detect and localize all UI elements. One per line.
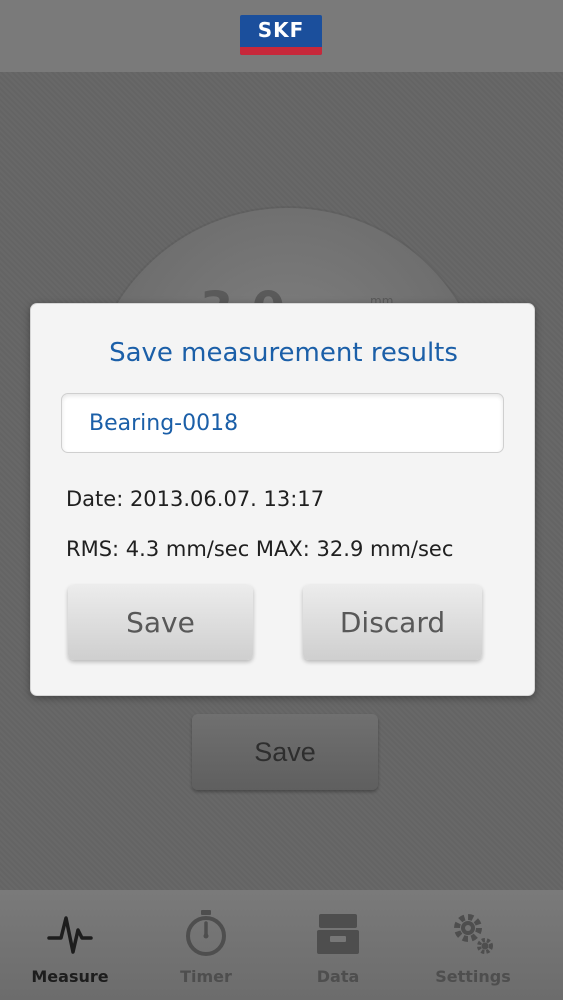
discard-button[interactable]: Discard [303, 585, 482, 660]
logo-text: SKF [257, 18, 305, 42]
measurement-name-input[interactable] [61, 393, 504, 453]
nav-settings[interactable]: Settings [403, 890, 543, 1000]
save-results-dialog: Save measurement results Date: 2013.06.0… [30, 303, 535, 696]
nav-data[interactable]: Data [268, 890, 408, 1000]
settings-icon [454, 914, 493, 954]
nav-data-label: Data [316, 967, 360, 986]
measurement-values: RMS: 4.3 mm/sec MAX: 32.9 mm/sec [66, 537, 454, 561]
nav-measure[interactable]: Measure [0, 890, 140, 1000]
background-save-button: Save [192, 714, 378, 790]
bottom-nav: Measure Timer Data Settings [0, 890, 563, 1000]
nav-timer-label: Timer [180, 967, 232, 986]
dialog-title: Save measurement results [109, 338, 458, 368]
logo-stripe [240, 47, 322, 55]
measure-icon [47, 916, 93, 954]
nav-settings-label: Settings [435, 967, 511, 986]
app-header: SKF [0, 0, 563, 72]
save-button[interactable]: Save [68, 585, 253, 660]
measurement-date: Date: 2013.06.07. 13:17 [66, 487, 325, 511]
timer-icon [186, 910, 226, 956]
nav-measure-label: Measure [31, 967, 109, 986]
nav-timer[interactable]: Timer [136, 890, 276, 1000]
skf-logo: SKF [240, 15, 322, 55]
data-icon [317, 914, 359, 954]
